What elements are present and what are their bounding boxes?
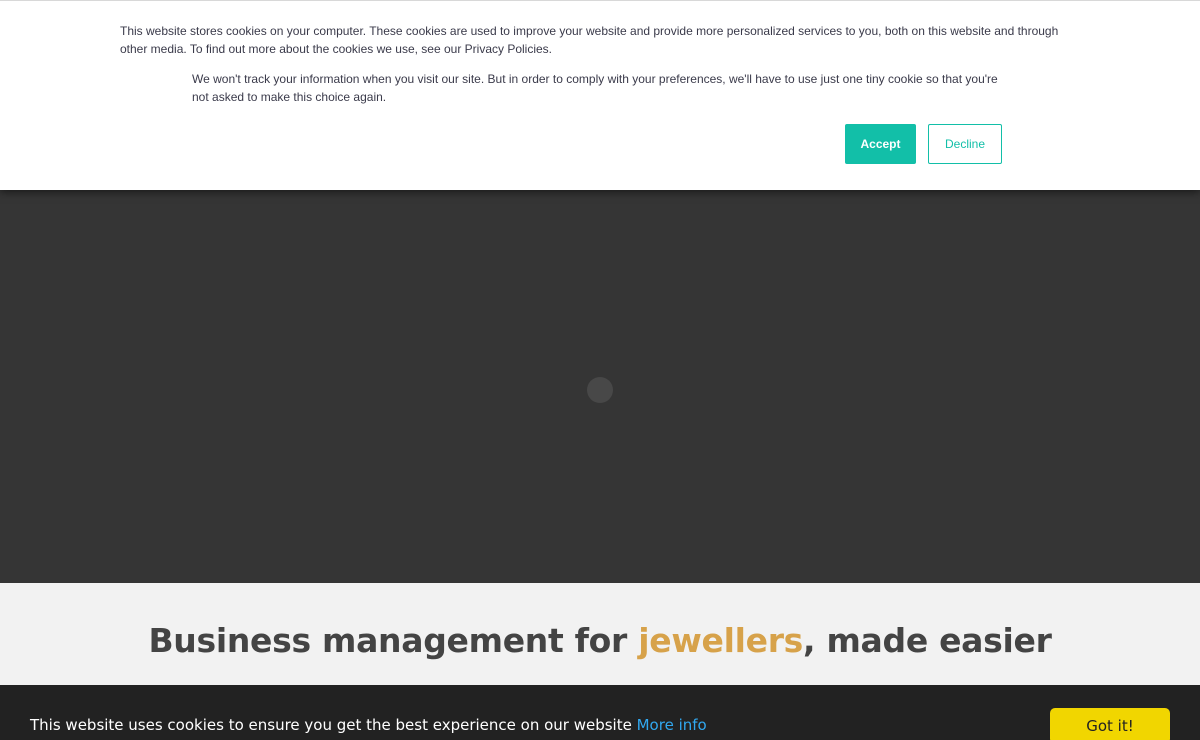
headline-section: Business management for jewellers, made …	[0, 583, 1200, 685]
cookie-consent-banner: This website stores cookies on your comp…	[0, 0, 1200, 190]
page-headline: Business management for jewellers, made …	[0, 621, 1200, 660]
headline-accent: jewellers	[638, 621, 804, 660]
decline-button[interactable]: Decline	[928, 124, 1002, 164]
cookie-notice-text: This website uses cookies to ensure you …	[30, 716, 707, 734]
headline-suffix: , made easier	[803, 621, 1052, 660]
cookie-notice-bar: This website uses cookies to ensure you …	[0, 685, 1200, 740]
consent-message: This website stores cookies on your comp…	[120, 24, 1059, 56]
cookie-notice-message: This website uses cookies to ensure you …	[30, 716, 637, 734]
got-it-button[interactable]: Got it!	[1050, 708, 1170, 740]
spinner-icon	[587, 377, 613, 403]
headline-prefix: Business management for	[148, 621, 639, 660]
accept-button[interactable]: Accept	[845, 124, 916, 164]
more-info-link[interactable]: More info	[637, 716, 707, 734]
consent-secondary-message: We won't track your information when you…	[192, 72, 998, 104]
hero-section	[0, 190, 1200, 583]
